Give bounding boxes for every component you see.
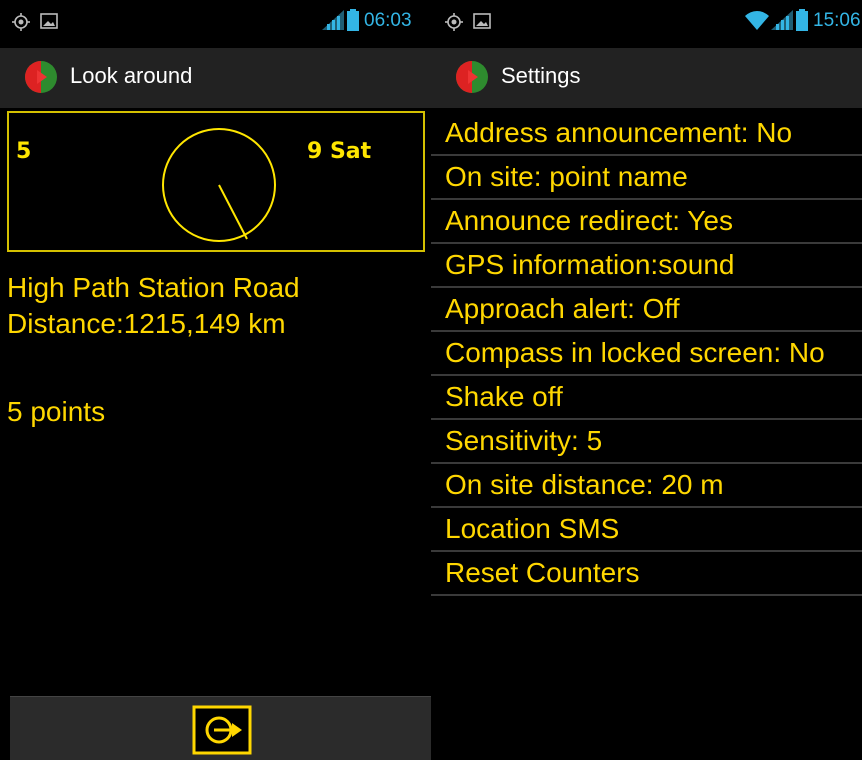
setting-address-announcement[interactable]: Address announcement: No [431,112,862,156]
signal-icon [322,10,344,35]
satellite-count: 9 Sat [307,139,372,164]
setting-location-sms[interactable]: Location SMS [431,508,862,552]
bottom-toolbar [10,696,431,760]
setting-compass-locked-screen[interactable]: Compass in locked screen: No [431,332,862,376]
settings-screen: 15:06 Settings Address announcement: No … [431,0,862,760]
screen-title: Look around [70,63,193,88]
setting-on-site-distance[interactable]: On site distance: 20 m [431,464,862,508]
battery-icon [796,9,808,36]
compass-panel: 5 9 Sat [7,111,425,252]
setting-approach-alert[interactable]: Approach alert: Off [431,288,862,332]
status-bar: 06:03 [0,0,431,42]
setting-sensitivity[interactable]: Sensitivity: 5 [431,420,862,464]
screen-title: Settings [501,63,581,88]
app-logo-icon[interactable] [24,60,58,94]
wifi-icon [745,10,769,35]
action-bar: Look around [0,48,431,108]
setting-shake-off[interactable]: Shake off [431,376,862,420]
gps-icon [445,13,463,36]
image-icon [40,13,58,34]
points-count: 5 points [7,396,106,427]
settings-list: Address announcement: No On site: point … [431,112,862,596]
setting-on-site[interactable]: On site: point name [431,156,862,200]
compass-icon [162,128,276,242]
action-bar: Settings [431,48,862,108]
battery-icon [347,9,359,36]
distance-value: Distance:1215,149 km [7,308,286,339]
image-icon [473,13,491,34]
setting-gps-information[interactable]: GPS information:sound [431,244,862,288]
app-logo-icon[interactable] [455,60,489,94]
setting-reset-counters[interactable]: Reset Counters [431,552,862,596]
place-name: High Path Station Road [7,272,300,303]
compass-left-value: 5 [16,139,32,164]
status-time: 06:03 [364,10,412,31]
signal-icon [771,10,793,35]
status-bar: 15:06 [431,0,862,42]
status-time: 15:06 [813,10,861,31]
look-around-screen: 06:03 Look around 5 9 Sat High Path Stat… [0,0,431,760]
setting-announce-redirect[interactable]: Announce redirect: Yes [431,200,862,244]
gps-icon [12,13,30,36]
go-icon[interactable] [192,705,252,755]
